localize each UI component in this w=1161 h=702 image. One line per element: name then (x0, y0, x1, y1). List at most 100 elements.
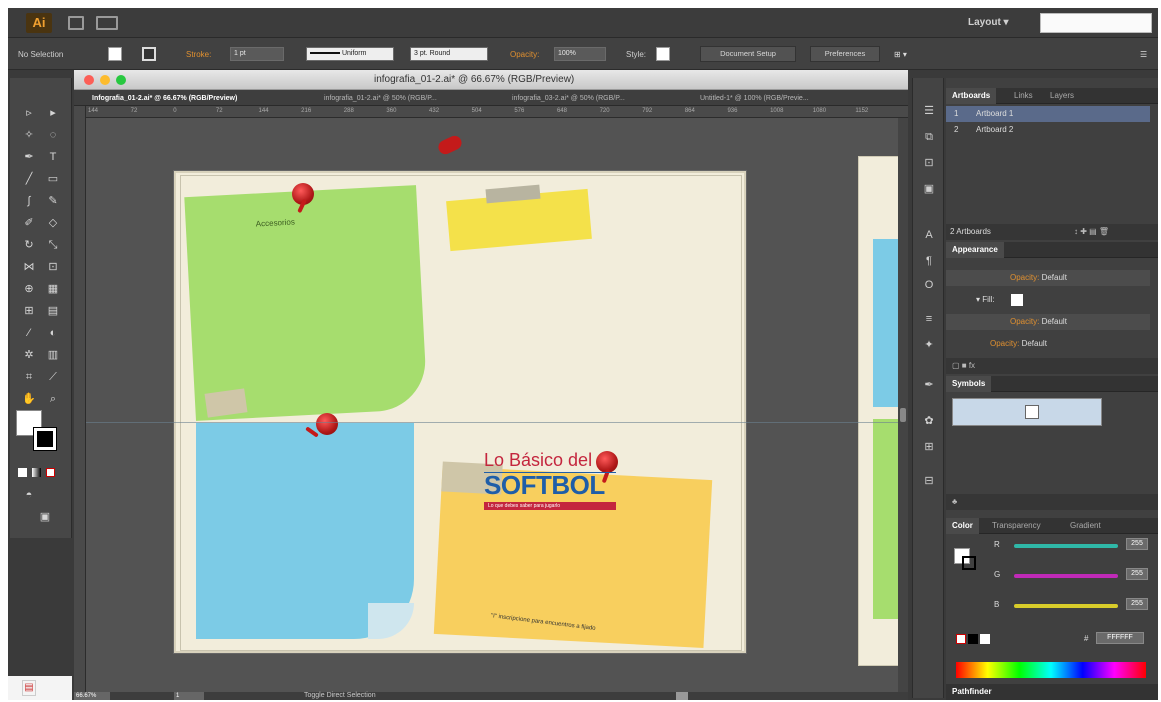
layers-icon[interactable]: ⧉ (921, 130, 937, 144)
minimize-window-button[interactable] (100, 75, 110, 85)
red-value-field[interactable]: 255 (1126, 538, 1148, 550)
stroke-weight-field[interactable]: 1 pt (230, 47, 284, 61)
vertical-scroll-thumb[interactable] (900, 408, 906, 422)
screen-mode-icon[interactable]: ▣ (34, 508, 56, 527)
vertical-ruler[interactable] (74, 106, 86, 692)
zoom-tool-icon[interactable]: ⌕ (42, 390, 64, 409)
tab-transparency[interactable]: Transparency (986, 518, 1047, 534)
close-window-button[interactable] (84, 75, 94, 85)
none-mode-icon[interactable] (46, 468, 55, 477)
vertical-scrollbar[interactable] (898, 118, 908, 692)
lasso-tool-icon[interactable]: ◌ (42, 126, 64, 145)
blue-value-field[interactable]: 255 (1126, 598, 1148, 610)
opacity-label[interactable]: Opacity: (990, 339, 1019, 348)
tab-links[interactable]: Links (1008, 88, 1039, 104)
gradient-tool-icon[interactable]: ▤ (42, 302, 64, 321)
artboards-icon[interactable]: ▣ (921, 182, 937, 196)
status-text[interactable]: Toggle Direct Selection (304, 692, 376, 700)
black-color-icon[interactable] (968, 634, 978, 644)
draw-mode-icon[interactable]: ◓ (18, 486, 40, 505)
width-tool-icon[interactable]: ⋈ (18, 258, 40, 277)
blend-tool-icon[interactable]: ◐ (42, 324, 64, 343)
eraser-tool-icon[interactable]: ◇ (42, 214, 64, 233)
zoom-window-button[interactable] (116, 75, 126, 85)
graphic-styles-icon[interactable]: ✦ (921, 338, 937, 352)
search-input[interactable] (1040, 13, 1152, 33)
appearance-opacity-row[interactable]: Opacity: Default (946, 336, 1150, 352)
tab-symbols[interactable]: Symbols (946, 376, 992, 392)
document-tab[interactable]: Untitled-1* @ 100% (RGB/Previe... (686, 92, 809, 105)
tab-gradient[interactable]: Gradient (1064, 518, 1107, 534)
color-stroke-swatch[interactable] (962, 556, 976, 570)
green-sticky-note[interactable]: Accesorios (184, 185, 428, 421)
magic-wand-tool-icon[interactable]: ✧ (18, 126, 40, 145)
pushpin[interactable] (316, 413, 338, 435)
paintbrush-tool-icon[interactable]: ∫ (18, 192, 40, 211)
workspace-switcher[interactable]: Layout ▾ (968, 17, 1009, 28)
document-setup-button[interactable]: Document Setup (700, 46, 796, 62)
symbols-icon[interactable]: ✿ (921, 414, 937, 428)
tab-artboards[interactable]: Artboards (946, 88, 997, 104)
opacity-label[interactable]: Opacity: (1010, 317, 1039, 326)
symbol-sprayer-tool-icon[interactable]: ✲ (18, 346, 40, 365)
fill-color-swatch[interactable] (108, 47, 122, 61)
perspective-grid-tool-icon[interactable]: ▦ (42, 280, 64, 299)
arrange-documents-icon[interactable] (96, 16, 118, 30)
appearance-opacity-row[interactable]: Opacity: Default (946, 270, 1150, 286)
document-icon[interactable] (68, 16, 84, 30)
arrange-icon[interactable]: ⊞ ▾ (894, 48, 907, 61)
tab-layers[interactable]: Layers (1044, 88, 1080, 104)
opacity-field[interactable]: 100% (554, 47, 606, 61)
artboard-row[interactable]: 1 Artboard 1 (946, 106, 1150, 122)
type-tool-icon[interactable]: T (42, 148, 64, 167)
preferences-button[interactable]: Preferences (810, 46, 880, 62)
slice-tool-icon[interactable]: ⟋ (42, 368, 64, 387)
symbols-strip[interactable] (952, 398, 1102, 426)
style-swatch[interactable] (656, 47, 670, 61)
appearance-opacity-row[interactable]: Opacity: Default (946, 314, 1150, 330)
appearance-footer-icons[interactable]: ▢ ■ fx (946, 358, 1158, 374)
stroke-label[interactable]: Stroke: (186, 48, 211, 61)
navigator-icon[interactable]: ⊡ (921, 156, 937, 170)
green-value-field[interactable]: 255 (1126, 568, 1148, 580)
stroke-icon[interactable]: ≡ (921, 312, 937, 326)
horizontal-scroll-thumb[interactable] (676, 692, 688, 700)
hex-value-field[interactable]: FFFFFF (1096, 632, 1144, 644)
opentype-icon[interactable]: O (921, 278, 937, 292)
none-color-icon[interactable] (956, 634, 966, 644)
artboard-actions-icon[interactable]: ↕ ✚ ▤ 🗑 (1074, 224, 1109, 240)
shape-builder-tool-icon[interactable]: ⊕ (18, 280, 40, 299)
tab-color[interactable]: Color (946, 518, 979, 534)
align-icon[interactable]: ⊞ (921, 440, 937, 454)
stroke-swatch[interactable] (33, 427, 57, 451)
red-slider[interactable] (1014, 544, 1118, 548)
pdf-document-icon[interactable]: ▤ (22, 680, 36, 696)
pencil-tool-icon[interactable]: ✎ (42, 192, 64, 211)
symbol-thumbnail[interactable] (1025, 405, 1039, 419)
hand-tool-icon[interactable]: ✋ (18, 390, 40, 409)
white-color-icon[interactable] (980, 634, 990, 644)
pathfinder-panel-tab[interactable]: Pathfinder (946, 684, 1158, 700)
mesh-tool-icon[interactable]: ⊞ (18, 302, 40, 321)
artboard-tool-icon[interactable]: ⌗ (18, 368, 40, 387)
free-transform-tool-icon[interactable]: ⊡ (42, 258, 64, 277)
gradient-mode-icon[interactable] (32, 468, 41, 477)
symbols-footer-icons[interactable]: ♣ (946, 494, 1158, 510)
artboard-row[interactable]: 2 Artboard 2 (946, 122, 1150, 138)
horizontal-guide[interactable] (86, 422, 898, 423)
color-mode-icon[interactable] (18, 468, 27, 477)
softbol-logo[interactable]: Lo Básico del SOFTBOL Lo que debes saber… (482, 450, 620, 516)
blob-brush-tool-icon[interactable]: ✐ (18, 214, 40, 233)
pen-tool-icon[interactable]: ✒ (18, 148, 40, 167)
document-tab[interactable]: infografia_03-2.ai* @ 50% (RGB/P... (498, 92, 625, 105)
horizontal-ruler[interactable]: 144 72 0 72 144 216 288 360 432 504 576 648 720 792 86… (86, 106, 908, 118)
zoom-field[interactable]: 66.67% (74, 692, 110, 700)
stroke-profile-select[interactable]: Uniform (306, 47, 394, 61)
stroke-color-swatch[interactable] (142, 47, 156, 61)
opacity-label[interactable]: Opacity: (1010, 273, 1039, 282)
scale-tool-icon[interactable]: ⤡ (42, 236, 64, 255)
selection-tool-icon[interactable]: ▹ (18, 104, 40, 123)
brushes-icon[interactable]: ✒ (921, 378, 937, 392)
opacity-label[interactable]: Opacity: (510, 48, 539, 61)
eyedropper-tool-icon[interactable]: ⁄ (18, 324, 40, 343)
